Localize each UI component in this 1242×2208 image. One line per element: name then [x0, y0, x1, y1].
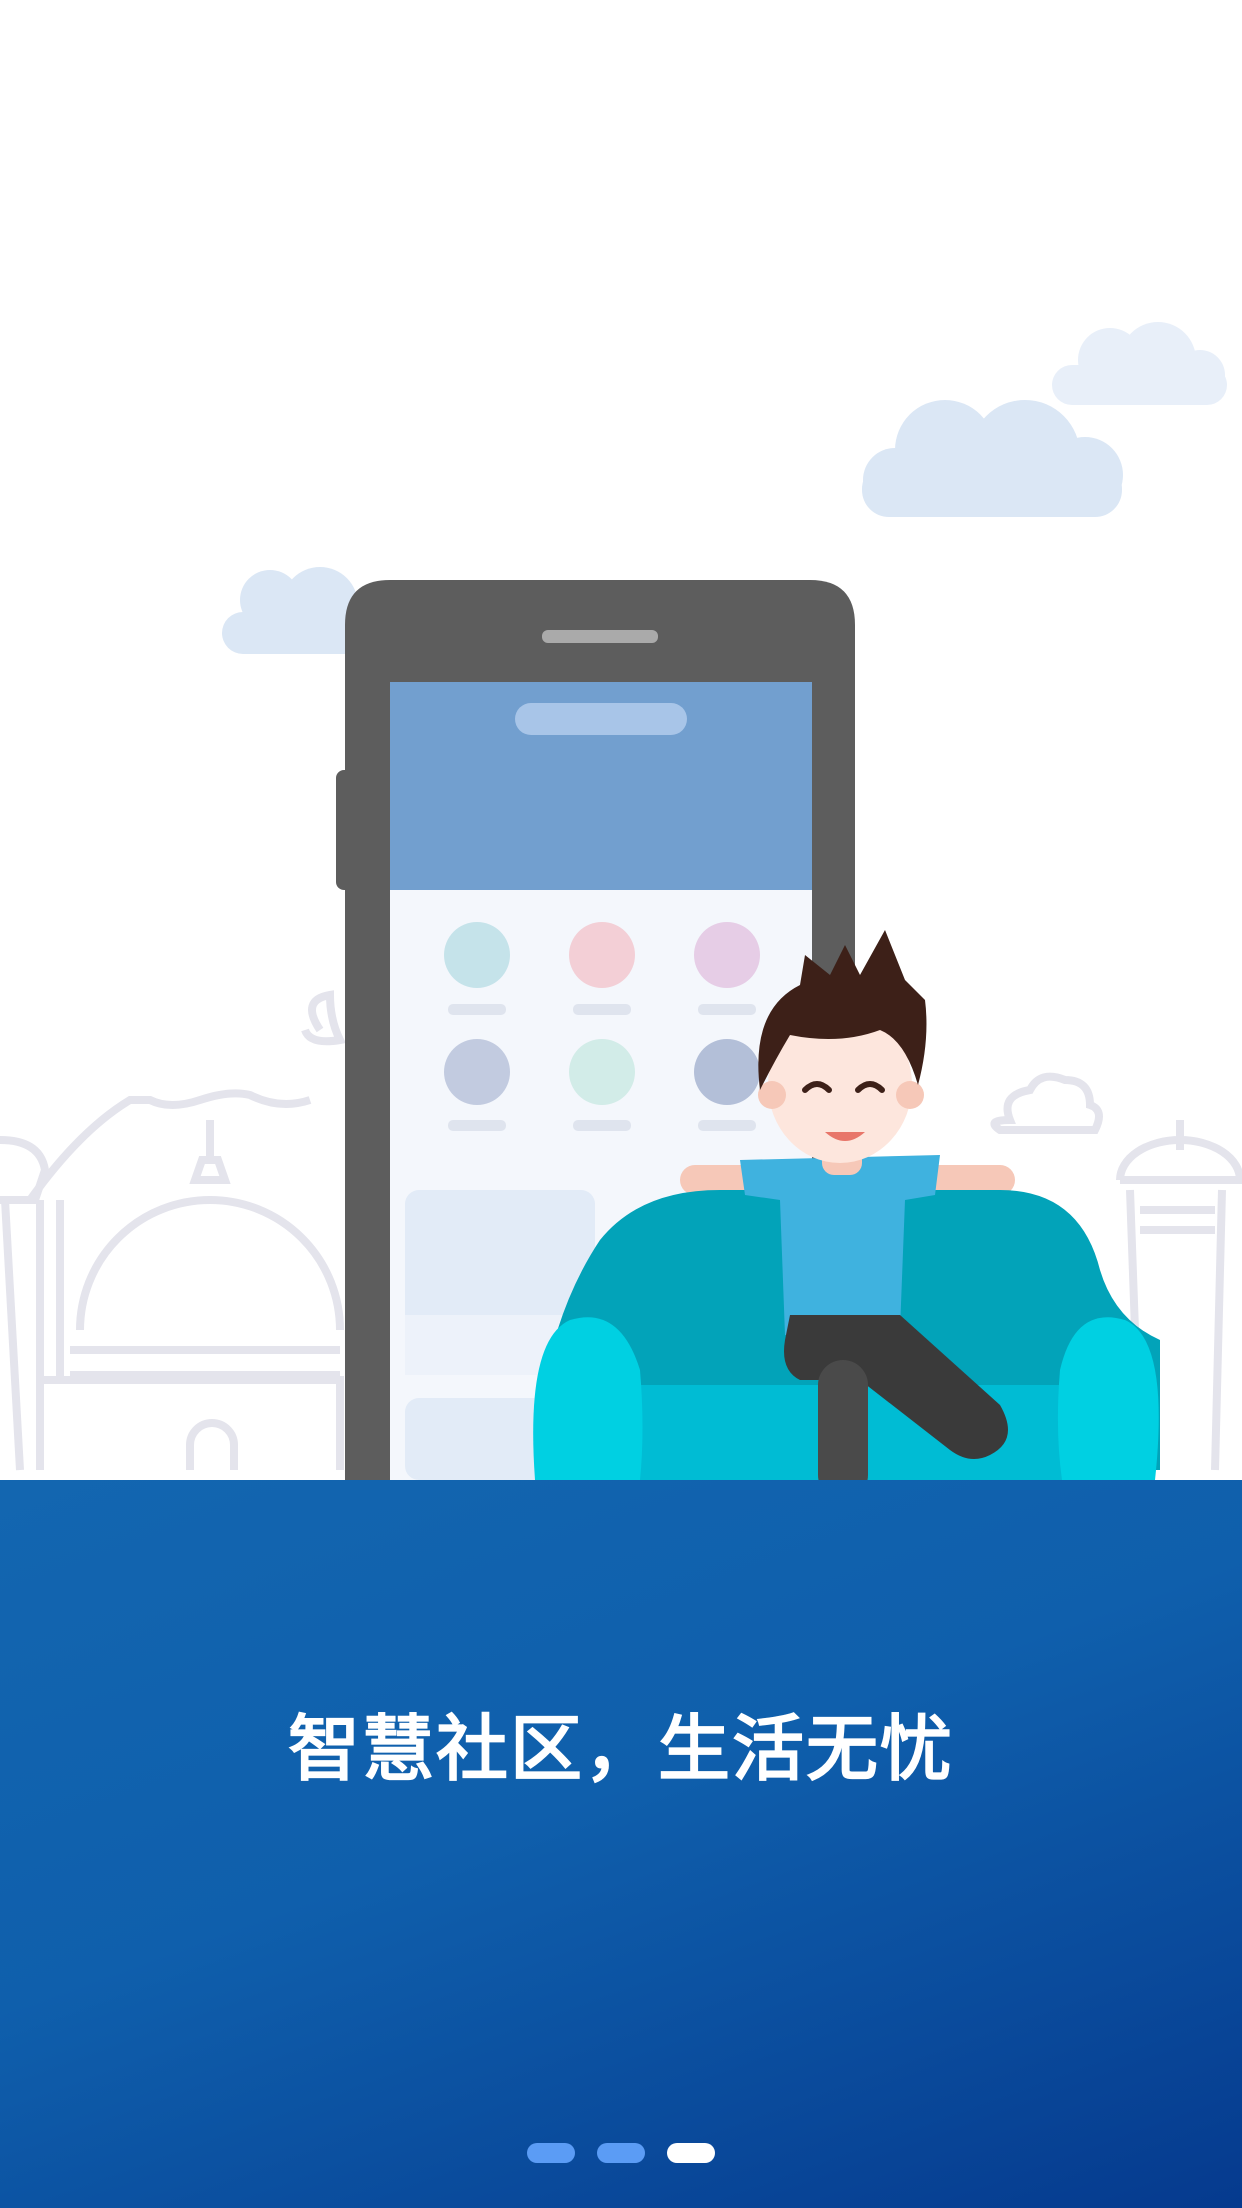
hero-illustration — [0, 0, 1242, 1480]
onboarding-screen: 智慧社区，生活无忧 — [0, 0, 1242, 2208]
page-indicator — [0, 2143, 1242, 2163]
page-dot-1[interactable] — [527, 2143, 575, 2163]
cloud-icon — [1052, 322, 1227, 405]
cloud-icon — [862, 400, 1123, 517]
page-dot-2[interactable] — [597, 2143, 645, 2163]
slogan-text: 智慧社区，生活无忧 — [287, 1707, 954, 1791]
page-dot-3[interactable] — [667, 2143, 715, 2163]
intro-panel — [0, 1480, 1242, 2208]
